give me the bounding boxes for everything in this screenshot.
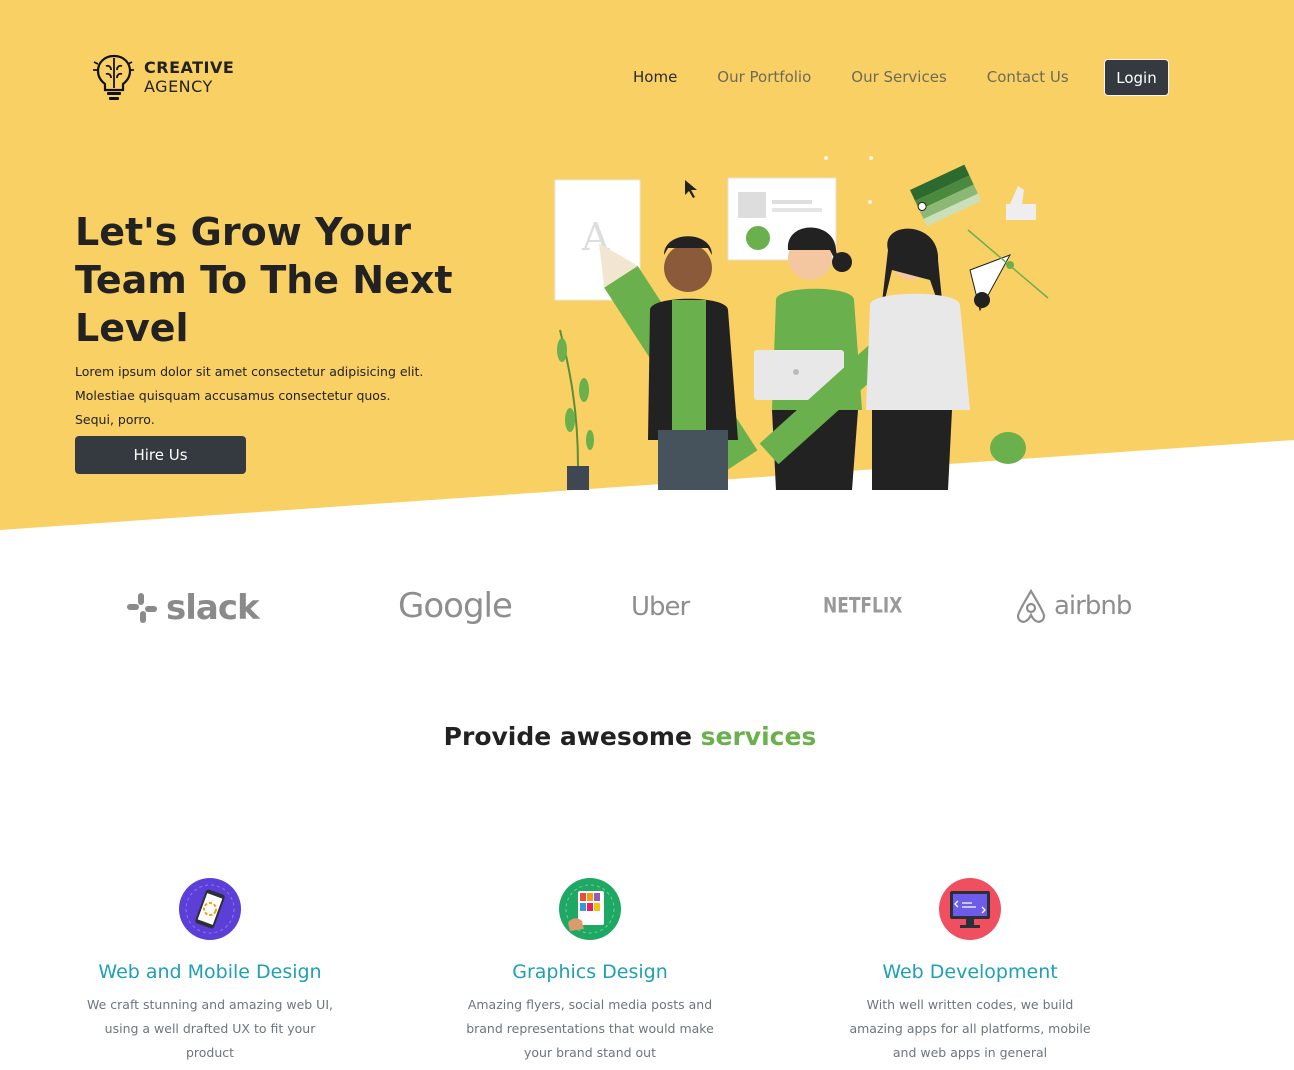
- service-description: With well written codes, we build amazin…: [849, 997, 1091, 1060]
- netflix-logo: NETFLIX: [823, 593, 903, 619]
- brain-lightbulb-icon: [93, 54, 134, 100]
- service-card-graphics: Graphics Design Amazing flyers, social m…: [440, 877, 740, 1065]
- login-button[interactable]: Login: [1104, 59, 1169, 96]
- nav-portfolio[interactable]: Our Portfolio: [717, 68, 811, 86]
- brand-name-line2: AGENCY: [144, 76, 213, 96]
- hero-description: Lorem ipsum dolor sit amet consectetur a…: [75, 364, 424, 427]
- service-card-web-development: Web Development With well written codes,…: [820, 877, 1120, 1065]
- slack-logo: slack: [124, 588, 260, 628]
- airbnb-wordmark: airbnb: [1054, 591, 1132, 621]
- hire-us-button[interactable]: Hire Us: [75, 436, 246, 474]
- services-title-main: Provide awesome: [443, 722, 692, 751]
- main-navigation: Home Our Portfolio Our Services Contact …: [633, 59, 1169, 96]
- uber-logo: Uber: [631, 592, 690, 622]
- service-title: Web Development: [882, 961, 1058, 983]
- hero-title: Let's Grow Your Team To The Next Level: [75, 210, 453, 350]
- google-logo: Google: [398, 586, 513, 626]
- services-title-accent: services: [700, 722, 817, 751]
- color-palette-icon: [559, 878, 621, 940]
- brand-name-line1: CREATIVE: [144, 57, 235, 77]
- code-monitor-icon: [939, 878, 1001, 940]
- mobile-design-icon: [179, 878, 241, 940]
- service-card-web-mobile: Web and Mobile Design We craft stunning …: [60, 877, 360, 1065]
- slack-icon: [127, 593, 157, 623]
- nav-contact[interactable]: Contact Us: [987, 68, 1069, 86]
- team-illustration: A: [554, 156, 1049, 490]
- nav-services[interactable]: Our Services: [851, 68, 947, 86]
- partner-logos: slack Google Uber NETFLIX airbnb: [0, 580, 1294, 640]
- service-description: Amazing flyers, social media posts and b…: [466, 997, 714, 1060]
- service-title: Graphics Design: [512, 961, 668, 983]
- service-description: We craft stunning and amazing web UI, us…: [87, 997, 333, 1060]
- nav-home[interactable]: Home: [633, 68, 677, 86]
- airbnb-logo: airbnb: [1014, 588, 1132, 624]
- service-title: Web and Mobile Design: [98, 961, 322, 983]
- slack-wordmark: slack: [166, 588, 260, 628]
- services-section-title: Provide awesome services: [0, 722, 1260, 751]
- airbnb-icon: [1016, 588, 1046, 623]
- brand-logo[interactable]: CREATIVE AGENCY: [92, 52, 234, 102]
